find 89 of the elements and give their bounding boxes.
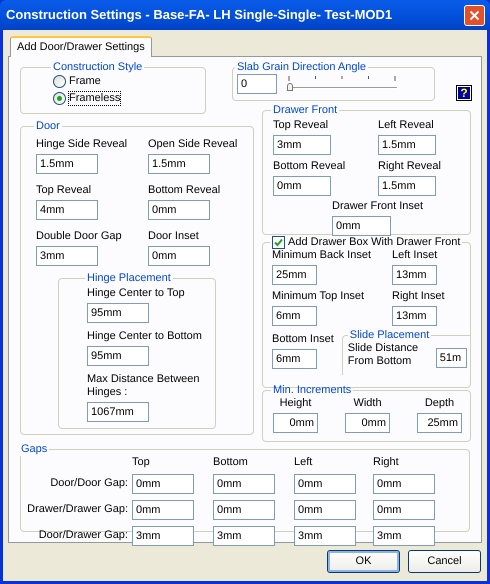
field-label: Right Reveal: [378, 160, 442, 173]
group-title: Min. Increments: [273, 384, 352, 397]
input-field[interactable]: 0mm: [132, 500, 194, 520]
window-title: Construction Settings - Base-FA- LH Single-Single- Test-MOD1: [6, 6, 392, 24]
input-field[interactable]: 0mm: [294, 474, 356, 494]
radio-button[interactable]: [53, 92, 66, 105]
group-title: Gaps: [21, 443, 48, 456]
field-label: Right: [373, 456, 400, 469]
close-icon: [469, 10, 480, 20]
group-title: Hinge Placement: [87, 272, 171, 285]
field-label: Bottom Reveal: [273, 160, 346, 173]
input-field[interactable]: 51m: [436, 348, 467, 368]
field-label: Minimum Back Inset: [272, 249, 372, 262]
input-field[interactable]: 95mm: [87, 346, 149, 366]
input-field[interactable]: 13mm: [392, 306, 437, 326]
input-field[interactable]: 3mm: [213, 526, 275, 546]
field-label: Bottom Inset: [272, 333, 334, 346]
group-title: Construction Style: [53, 61, 142, 74]
field-label: Height: [280, 397, 312, 410]
input-field[interactable]: 0mm: [332, 216, 391, 236]
slider-thumb[interactable]: [287, 83, 293, 91]
input-field[interactable]: 0mm: [213, 474, 275, 494]
field-label: Top Reveal: [36, 184, 92, 197]
check-icon: [274, 238, 283, 247]
group-title: Slide Placement: [350, 329, 430, 342]
dialog-button[interactable]: Cancel: [408, 550, 481, 573]
field-label: Hinge Side Reveal: [36, 138, 128, 151]
input-field[interactable]: 0mm: [294, 500, 356, 520]
field-label: Double Door Gap: [36, 230, 123, 243]
input-field[interactable]: 0: [237, 74, 277, 94]
close-button[interactable]: [464, 4, 485, 26]
field-label: Top: [132, 456, 151, 469]
field-label: Door/Drawer Gap:: [38, 528, 129, 542]
checkbox-label: Add Drawer Box With Drawer Front: [288, 236, 460, 249]
input-field[interactable]: 0mm: [213, 500, 275, 520]
input-field[interactable]: 25mm: [417, 413, 462, 433]
input-field[interactable]: 3mm: [132, 526, 194, 546]
tab[interactable]: Add Door/Drawer Settings: [10, 36, 152, 57]
field-label: Width: [353, 397, 382, 410]
input-field[interactable]: 3mm: [36, 246, 98, 266]
input-field[interactable]: 6mm: [272, 306, 317, 326]
group-title: Drawer Front: [273, 104, 338, 117]
input-field[interactable]: 13mm: [392, 265, 437, 285]
input-field[interactable]: 0mm: [132, 474, 194, 494]
field-label: Max Distance Between Hinges :: [87, 373, 200, 399]
help-button[interactable]: ?: [457, 86, 471, 100]
input-field[interactable]: 3mm: [294, 526, 356, 546]
field-label: Open Side Reveal: [148, 138, 238, 151]
field-label: Hinge Center to Top: [87, 287, 186, 300]
group-title: Slab Grain Direction Angle: [237, 61, 366, 74]
field-label: Bottom: [213, 456, 249, 469]
input-field[interactable]: 25mm: [272, 265, 317, 285]
input-field[interactable]: 3mm: [273, 135, 331, 155]
field-label: Door Inset: [148, 230, 200, 243]
input-field[interactable]: 0mm: [273, 413, 318, 433]
input-field[interactable]: 0mm: [273, 176, 331, 196]
input-field[interactable]: 0mm: [373, 474, 435, 494]
field-label: Hinge Center to Bottom: [87, 330, 203, 343]
input-field[interactable]: 1.5mm: [378, 176, 436, 196]
input-field[interactable]: 0mm: [148, 200, 210, 220]
input-field[interactable]: 6mm: [272, 349, 317, 369]
field-label: Drawer Front Inset: [332, 200, 424, 213]
radio-label: Frameless: [69, 92, 120, 105]
field-label: Left: [294, 456, 314, 469]
input-field[interactable]: 4mm: [36, 200, 98, 220]
field-label: Door/Door Gap:: [49, 476, 129, 490]
radio-button[interactable]: [53, 75, 66, 88]
input-field[interactable]: 1.5mm: [148, 154, 210, 174]
field-label: Left Reveal: [378, 119, 435, 132]
field-label: Left Inset: [392, 249, 438, 262]
field-label: Right Inset: [392, 290, 446, 303]
field-label: Depth: [424, 397, 454, 410]
input-field[interactable]: 0mm: [373, 500, 435, 520]
radio-label: Frame: [69, 75, 101, 88]
field-label: Bottom Reveal: [148, 184, 222, 197]
input-field[interactable]: 1.5mm: [36, 154, 98, 174]
input-field[interactable]: 0mm: [148, 246, 210, 266]
field-label: Slide Distance From Bottom: [348, 342, 420, 368]
checkbox[interactable]: [272, 236, 285, 249]
field-label: Top Reveal: [273, 119, 330, 132]
input-field[interactable]: 3mm: [373, 526, 435, 546]
input-field[interactable]: 0mm: [345, 413, 390, 433]
input-field[interactable]: 95mm: [87, 303, 149, 323]
field-label: Minimum Top Inset: [272, 290, 366, 303]
input-field[interactable]: 1.5mm: [378, 135, 436, 155]
field-label: Drawer/Drawer Gap:: [26, 502, 129, 516]
input-field[interactable]: 1067mm: [87, 402, 149, 422]
dialog-button[interactable]: OK: [327, 550, 400, 573]
group-title: Door: [36, 120, 60, 133]
